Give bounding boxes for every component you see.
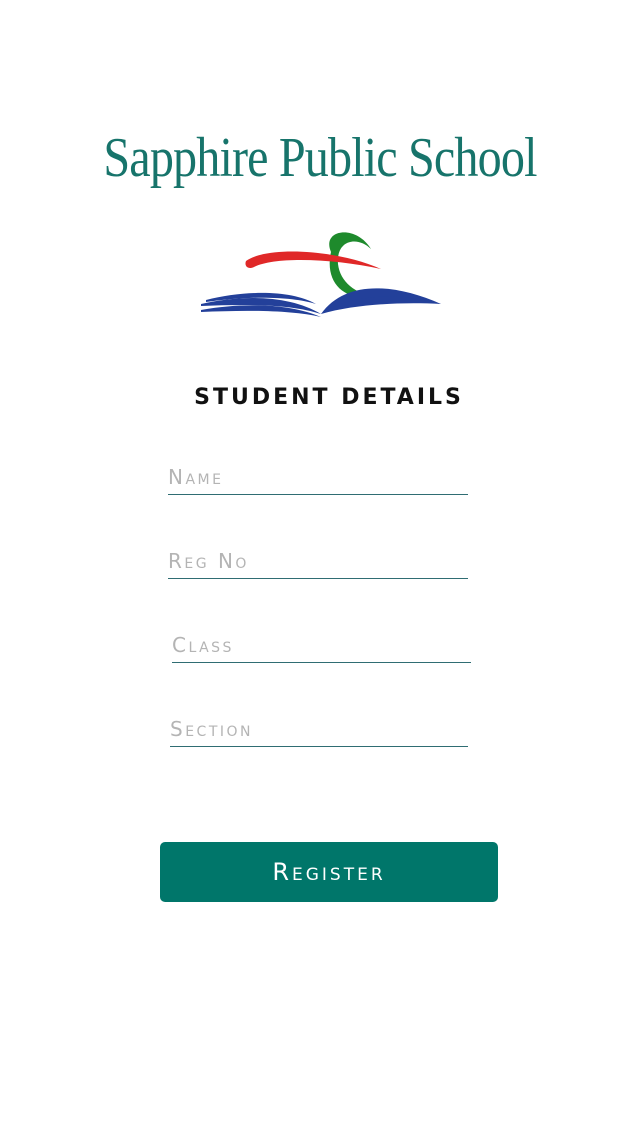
school-logo-icon bbox=[201, 232, 441, 317]
register-button[interactable]: Register bbox=[160, 842, 498, 902]
class-input[interactable] bbox=[172, 628, 471, 662]
section-field bbox=[170, 712, 468, 747]
school-title: Sapphire Public School bbox=[103, 127, 537, 189]
class-field bbox=[172, 628, 471, 663]
section-input[interactable] bbox=[170, 712, 468, 746]
name-field bbox=[168, 460, 468, 495]
reg-no-input[interactable] bbox=[168, 544, 468, 578]
student-details-heading: STUDENT DETAILS bbox=[194, 385, 464, 410]
name-input[interactable] bbox=[168, 460, 468, 494]
reg-no-field bbox=[168, 544, 468, 579]
